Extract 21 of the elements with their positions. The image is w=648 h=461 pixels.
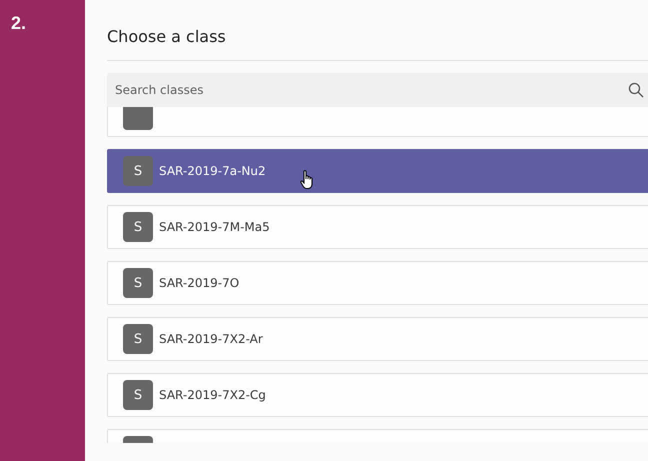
class-avatar: S xyxy=(123,156,153,186)
class-list-item[interactable]: S SAR-2019-7X2-Ar xyxy=(107,317,648,361)
class-name: SAR-2019-7M-Ma5 xyxy=(159,220,270,234)
dialog-title: Choose a class xyxy=(107,26,227,48)
class-list-item[interactable]: S SAR-2019-7M-Ma5 xyxy=(107,205,648,249)
class-avatar: S xyxy=(123,380,153,410)
class-avatar xyxy=(123,107,153,130)
class-name: SAR-2019-7X2-Cg xyxy=(159,388,266,402)
search-field[interactable]: Search classes xyxy=(107,73,648,107)
class-name: SAR-2019-7a-Nu2 xyxy=(159,164,266,178)
step-number: 2. xyxy=(11,13,26,34)
class-name: SAR-2019-7O xyxy=(159,276,240,290)
hand-cursor-icon xyxy=(300,170,314,190)
class-avatar: S xyxy=(123,268,153,298)
class-list-item[interactable]: S SAR-2019-7O xyxy=(107,261,648,305)
class-avatar: S xyxy=(123,324,153,354)
class-list-item[interactable]: S SAR-2019-7a-Nu2 xyxy=(107,149,648,193)
class-avatar: S xyxy=(123,212,153,242)
class-name: SAR-2019-7X2-Ar xyxy=(159,332,263,346)
search-icon xyxy=(628,82,644,98)
class-list-item[interactable]: S SAR-2019-7X2-Cg xyxy=(107,373,648,417)
